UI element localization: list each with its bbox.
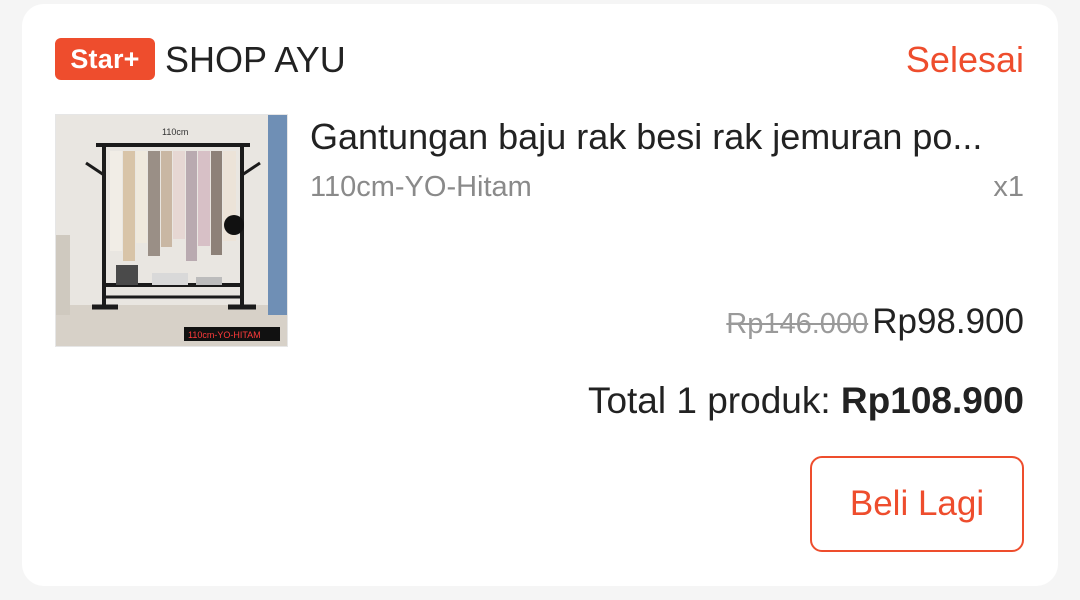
product-quantity: x1 xyxy=(993,171,1024,203)
order-card[interactable]: Star+ SHOP AYU Selesai 110cm 110cm-YO-HI… xyxy=(22,4,1058,586)
order-total: Total 1 produk: Rp108.900 xyxy=(588,376,1024,426)
price-row: Rp146.000 Rp98.900 xyxy=(726,302,1024,342)
order-status: Selesai xyxy=(905,39,1024,80)
product-title[interactable]: Gantungan baju rak besi rak jemuran po..… xyxy=(310,112,1026,162)
shop-name[interactable]: SHOP AYU xyxy=(165,38,346,82)
discounted-price: Rp98.900 xyxy=(872,302,1024,341)
product-variant: 110cm-YO-Hitam xyxy=(310,171,532,203)
clothes-rack-illustration: 110cm 110cm-YO-HITAM xyxy=(56,115,287,346)
product-image[interactable]: 110cm 110cm-YO-HITAM xyxy=(55,114,288,347)
svg-text:110cm-YO-HITAM: 110cm-YO-HITAM xyxy=(188,330,261,340)
star-plus-badge: Star+ xyxy=(55,38,155,80)
svg-text:110cm: 110cm xyxy=(162,127,188,137)
total-label: Total 1 produk: xyxy=(587,380,841,421)
buy-again-button[interactable]: Beli Lagi xyxy=(810,456,1024,552)
original-price: Rp146.000 xyxy=(726,308,869,340)
total-value: Rp108.900 xyxy=(840,380,1024,421)
